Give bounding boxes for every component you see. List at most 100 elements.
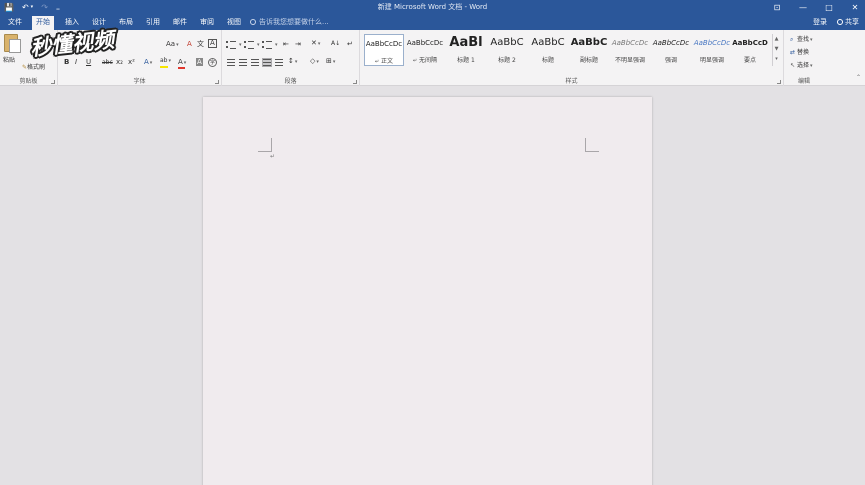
style-heading-2[interactable]: AaBbC 标题 2 [487,34,527,66]
tab-layout[interactable]: 布局 [115,16,137,30]
close-icon[interactable]: ✕ [849,3,861,12]
tab-file[interactable]: 文件 [4,16,26,30]
style-name: 要点 [743,57,756,64]
select-button[interactable]: ↖ 选择▾ [790,60,813,69]
replace-button[interactable]: ⇄ 替换 [790,47,809,56]
share-button[interactable]: 共享 [837,16,859,30]
paragraph-group: ▾ ▾ ▾ ⇤ ⇥ ✕▾ A↓ ↵ ↕▾ ◇▾ ⊞▾ 段落 [222,30,360,86]
show-marks-button[interactable]: ↵ [347,40,353,48]
collapse-ribbon-icon[interactable]: ⌃ [856,74,861,81]
tell-me-box[interactable]: 告诉我您想要做什么... [250,16,329,30]
styles-launcher-icon[interactable] [777,80,781,84]
line-spacing-icon[interactable]: ↕▾ [288,57,297,65]
font-color-button[interactable]: A▾ [178,58,186,66]
change-case-button[interactable]: Aa▾ [166,40,179,48]
italic-button[interactable]: I [75,58,77,66]
select-label: 选择 [797,62,810,69]
numbering-icon[interactable] [244,41,256,49]
find-button[interactable]: ⌕ 查找▾ [790,34,813,44]
margin-corner-top-left [258,138,272,152]
tab-references[interactable]: 引用 [142,16,164,30]
title-bar: 💾 ↶ ▾ ↷ ₌ 新建 Microsoft Word 文档 - Word ⊡ … [0,0,865,14]
tab-view[interactable]: 视图 [223,16,245,30]
paste-button[interactable]: 粘贴 [3,55,15,64]
strikethrough-button[interactable]: abc [102,59,113,66]
tell-me-text: 告诉我您想要做什么... [259,18,329,26]
margin-corner-top-right [585,138,599,152]
ribbon: 粘贴 ✎格式刷 剪贴板 Aa▾ A 文 A B I U abc x₂ x² A▾… [0,30,865,86]
style-emphasis[interactable]: AaBbCcDc 强调 [651,34,691,66]
tab-home[interactable]: 开始 [32,16,54,30]
style-normal[interactable]: AaBbCcDc ↵ 正文 [364,34,404,66]
align-left-icon[interactable] [227,59,235,66]
text-effect-button[interactable]: A▾ [144,58,152,66]
style-sample: AaBbCcDc [693,39,731,47]
highlight-button[interactable]: ab▾ [160,57,171,64]
style-name: 不明显强调 [614,57,645,64]
format-painter-button[interactable]: ✎格式刷 [22,62,45,71]
multilevel-list-icon[interactable] [262,41,274,49]
char-shading-button[interactable]: A [196,58,203,66]
styles-group-label: 样式 [565,78,578,85]
tab-mailings[interactable]: 邮件 [169,16,191,30]
style-subtle-emphasis[interactable]: AaBbCcDc 不明显强调 [610,34,650,66]
align-right-icon[interactable] [251,59,259,66]
underline-button[interactable]: U [86,58,91,66]
change-case-icon: Aa [166,40,176,48]
font-launcher-icon[interactable] [215,80,219,84]
gallery-more-icon[interactable]: ▾ [773,54,780,64]
chinese-layout-icon[interactable]: ✕▾ [311,39,320,47]
style-sample: AaBbC [570,37,608,48]
distributed-icon[interactable] [275,59,283,66]
enclose-chars-button[interactable]: 字 [208,58,218,67]
numbering-dropdown-icon[interactable]: ▾ [257,42,260,48]
subscript-button[interactable]: x₂ [116,58,123,66]
sign-in-link[interactable]: 登录 [813,16,827,30]
clipboard-group-label: 剪贴板 [19,78,38,85]
tab-review[interactable]: 审阅 [196,16,218,30]
clear-format-button[interactable]: A [187,40,192,48]
style-sample: AaBbCcD [732,39,768,47]
borders-icon[interactable]: ⊞▾ [326,57,335,65]
window-controls: ⊡ — □ ✕ [771,0,861,14]
phonetic-guide-button[interactable]: 文 [197,39,204,49]
style-subtitle[interactable]: AaBbC 副标题 [569,34,609,66]
superscript-button[interactable]: x² [128,58,135,66]
format-painter-label: 格式刷 [27,64,46,71]
style-intense-emphasis[interactable]: AaBbCcDc 明显强调 [692,34,732,66]
align-center-icon[interactable] [239,59,247,66]
style-strong[interactable]: AaBbCcD 要点 [730,34,770,66]
decrease-indent-icon[interactable]: ⇤ [283,40,289,48]
paste-icon[interactable] [4,34,21,53]
bold-button[interactable]: B [64,58,69,66]
editing-group-label: 编辑 [797,78,810,85]
shading-icon[interactable]: ◇▾ [310,57,319,65]
gallery-down-icon[interactable]: ▼ [773,44,780,54]
increase-indent-icon[interactable]: ⇥ [295,40,301,48]
gallery-scroll: ▲ ▼ ▾ [772,34,780,66]
style-no-spacing[interactable]: AaBbCcDc ↵ 无间隔 [405,34,445,66]
paragraph-launcher-icon[interactable] [353,80,357,84]
bullets-dropdown-icon[interactable]: ▾ [239,42,242,48]
char-border-button[interactable]: A [208,39,217,48]
bullets-icon[interactable] [226,41,238,49]
style-heading-1[interactable]: AaBl 标题 1 [446,34,486,66]
justify-icon[interactable] [262,58,272,67]
multilevel-dropdown-icon[interactable]: ▾ [275,42,278,48]
sort-button[interactable]: A↓ [331,40,340,47]
restore-ribbon-icon[interactable]: ⊡ [771,3,783,12]
style-title[interactable]: AaBbC 标题 [528,34,568,66]
find-label: 查找 [797,36,810,43]
text-effect-icon: A [144,58,149,66]
gallery-up-icon[interactable]: ▲ [773,34,780,44]
clipboard-launcher-icon[interactable] [51,80,55,84]
minimize-icon[interactable]: — [797,3,809,12]
account-area: 登录 共享 [813,16,859,30]
search-icon: ⌕ [790,36,794,43]
document-page[interactable]: ↵ [203,97,652,485]
document-title: 新建 Microsoft Word 文档 - Word [377,3,488,11]
style-sample: AaBbCcDc [406,39,444,47]
maximize-icon[interactable]: □ [823,3,835,12]
lightbulb-icon [250,19,256,25]
cursor-icon: ↖ [790,62,796,69]
